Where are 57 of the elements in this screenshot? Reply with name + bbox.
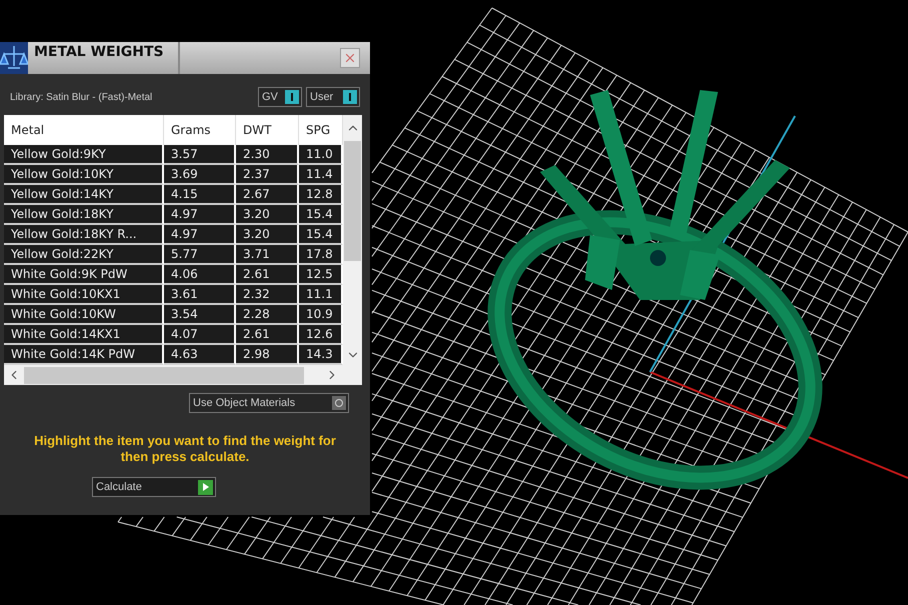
toggle-button[interactable]: Use Object Materials xyxy=(189,393,349,413)
table-cell[interactable]: 2.32 xyxy=(236,285,299,305)
table-cell[interactable]: 2.98 xyxy=(236,345,299,365)
table-cell[interactable]: 12.6 xyxy=(299,325,343,345)
close-icon xyxy=(343,51,357,65)
table-cell[interactable]: 15.4 xyxy=(299,205,343,225)
table-cell[interactable]: 3.20 xyxy=(236,205,299,225)
toggle-button[interactable]: User xyxy=(306,87,360,107)
table-cell[interactable]: Yellow Gold:18KY R... xyxy=(4,225,164,245)
table-cell[interactable]: 4.15 xyxy=(164,185,236,205)
table-cell[interactable]: 11.1 xyxy=(299,285,343,305)
table-cell[interactable]: White Gold:14K PdW xyxy=(4,345,164,365)
table-cell[interactable]: 4.63 xyxy=(164,345,236,365)
table-cell[interactable]: 2.28 xyxy=(236,305,299,325)
table-cell[interactable]: 4.06 xyxy=(164,265,236,285)
table-cell[interactable]: 10.9 xyxy=(299,305,343,325)
table-cell[interactable]: White Gold:10KX1 xyxy=(4,285,164,305)
table-cell[interactable]: 17.8 xyxy=(299,245,343,265)
vertical-scrollbar[interactable] xyxy=(343,115,362,365)
table-cell[interactable]: 2.37 xyxy=(236,165,299,185)
table-cell[interactable]: 14.3 xyxy=(299,345,343,365)
table-cell[interactable]: Yellow Gold:14KY xyxy=(4,185,164,205)
table-cell[interactable]: Yellow Gold:10KY xyxy=(4,165,164,185)
table-cell[interactable]: 2.30 xyxy=(236,145,299,165)
table-cell[interactable]: 15.4 xyxy=(299,225,343,245)
table-cell[interactable]: Yellow Gold:9KY xyxy=(4,145,164,165)
panel-title: METAL WEIGHTS xyxy=(28,42,180,74)
table-cell[interactable]: White Gold:9K PdW xyxy=(4,265,164,285)
table-cell[interactable]: 3.71 xyxy=(236,245,299,265)
play-icon xyxy=(202,483,208,491)
table-cell[interactable]: 3.61 xyxy=(164,285,236,305)
toggle-button[interactable]: GV xyxy=(258,87,302,107)
table-cell[interactable]: Yellow Gold:22KY xyxy=(4,245,164,265)
table-cell[interactable]: 2.67 xyxy=(236,185,299,205)
table-cell[interactable]: White Gold:14KX1 xyxy=(4,325,164,345)
library-label: Library: Satin Blur - (Fast)-Metal xyxy=(10,92,154,102)
table-cell[interactable]: 4.07 xyxy=(164,325,236,345)
table-cell[interactable]: 12.8 xyxy=(299,185,343,205)
table-cell[interactable]: 11.4 xyxy=(299,165,343,185)
table-cell[interactable]: 4.97 xyxy=(164,205,236,225)
table-cell[interactable]: 3.57 xyxy=(164,145,236,165)
table-cell[interactable]: White Gold:10KW xyxy=(4,305,164,325)
table-cell[interactable]: 2.61 xyxy=(236,325,299,345)
horizontal-scrollbar[interactable] xyxy=(4,365,362,385)
table-cell[interactable]: 11.0 xyxy=(299,145,343,165)
instruction-text: Highlight the item you want to find the weight for then press calculate. xyxy=(33,433,337,465)
table-cell[interactable]: 12.5 xyxy=(299,265,343,285)
table-cell[interactable]: 5.77 xyxy=(164,245,236,265)
table-cell[interactable]: 4.97 xyxy=(164,225,236,245)
scale-icon xyxy=(0,42,28,74)
table-cell[interactable]: Yellow Gold:18KY xyxy=(4,205,164,225)
table-cell[interactable]: 2.61 xyxy=(236,265,299,285)
table-cell[interactable]: 3.54 xyxy=(164,305,236,325)
close-button[interactable] xyxy=(340,48,360,68)
calculate-button[interactable]: Calculate xyxy=(92,477,216,497)
table-cell[interactable]: 3.20 xyxy=(236,225,299,245)
table-cell[interactable]: 3.69 xyxy=(164,165,236,185)
